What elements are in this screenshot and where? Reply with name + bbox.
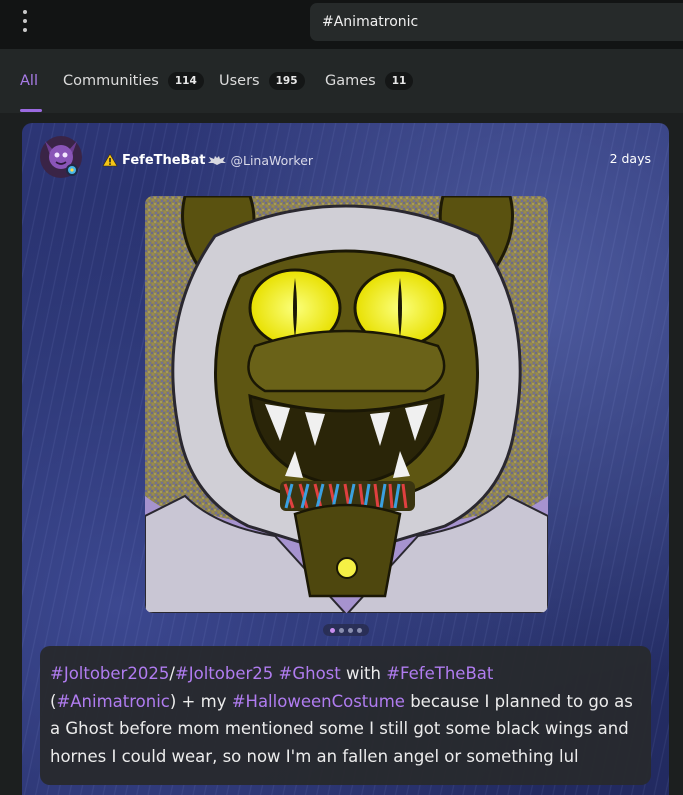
- carousel-dot-1[interactable]: [330, 627, 335, 633]
- tab-games-label: Games: [325, 73, 376, 89]
- search-input[interactable]: #Animatronic: [310, 3, 683, 41]
- tab-games-count: 11: [384, 72, 414, 90]
- image-carousel-dots: [323, 624, 369, 636]
- warning-icon: [102, 153, 118, 167]
- post-image[interactable]: [145, 196, 548, 613]
- top-bar: #Animatronic: [0, 0, 683, 49]
- kebab-menu-icon[interactable]: [18, 10, 32, 32]
- caption-text-plus-my: ) + my: [169, 691, 232, 711]
- tab-users[interactable]: Users 195: [219, 49, 305, 113]
- post-card[interactable]: FefeTheBat @LinaWorker 2 days #Joltober2…: [22, 123, 669, 795]
- hashtag-fefethebat[interactable]: #FefeTheBat: [386, 664, 493, 683]
- author-row: FefeTheBat @LinaWorker: [102, 151, 313, 169]
- tab-all[interactable]: All: [20, 49, 38, 113]
- post-timestamp: 2 days: [609, 151, 651, 166]
- hashtag-joltober2025[interactable]: #Joltober2025: [50, 664, 169, 683]
- caption-text-with: with: [340, 664, 387, 683]
- author-handle[interactable]: @LinaWorker: [230, 153, 313, 168]
- tab-communities-label: Communities: [63, 73, 159, 89]
- avatar[interactable]: [39, 135, 83, 179]
- carousel-dot-2[interactable]: [339, 627, 344, 633]
- author-name[interactable]: FefeTheBat: [122, 153, 205, 168]
- tab-users-label: Users: [219, 73, 260, 89]
- tab-games[interactable]: Games 11: [325, 49, 414, 113]
- hashtag-ghost[interactable]: #Ghost: [279, 664, 341, 683]
- hashtag-halloweencostume[interactable]: #HalloweenCostume: [232, 692, 405, 711]
- tab-communities-count: 114: [167, 72, 204, 90]
- hashtag-animatronic[interactable]: #Animatronic: [56, 692, 169, 711]
- hashtag-joltober25[interactable]: #Joltober25: [175, 664, 273, 683]
- bat-icon: [208, 156, 227, 165]
- tab-all-label: All: [20, 73, 38, 89]
- tab-users-count: 195: [268, 72, 305, 90]
- search-value: #Animatronic: [322, 14, 419, 30]
- search-result-tabs: All Communities 114 Users 195 Games 11: [0, 49, 683, 113]
- post-caption: #Joltober2025/#Joltober25 #Ghost with #F…: [40, 646, 651, 785]
- carousel-dot-3[interactable]: [348, 627, 353, 633]
- carousel-dot-4[interactable]: [357, 627, 362, 633]
- tab-communities[interactable]: Communities 114: [63, 49, 204, 113]
- active-tab-indicator: [20, 109, 42, 112]
